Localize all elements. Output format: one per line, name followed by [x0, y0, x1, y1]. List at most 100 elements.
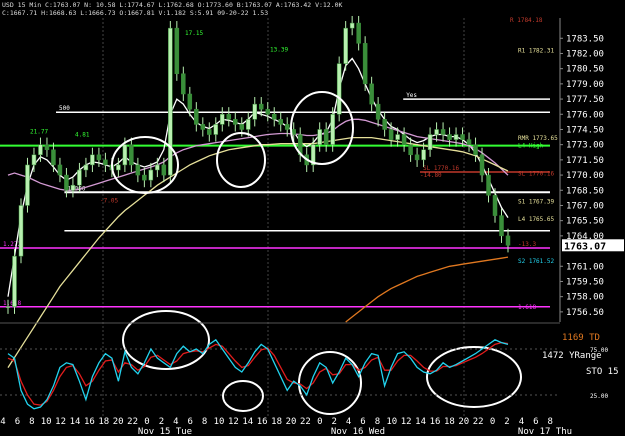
- price-bar-body-66: [434, 129, 439, 135]
- price-bar-body-33: [220, 114, 225, 125]
- price-bar-body-15: [103, 159, 108, 166]
- price-tick-label-15: 1759.50: [566, 277, 604, 287]
- price-bar-body-23: [155, 164, 160, 171]
- price-bar-body-63: [414, 154, 420, 161]
- price-bar-body-77: [505, 235, 511, 246]
- price-bar-body-71: [466, 139, 472, 145]
- price-tick-label-4: 1777.50: [566, 95, 604, 105]
- time-tick-label-12: 4: [173, 417, 178, 427]
- annotation-9: R 1784.18: [510, 17, 543, 24]
- time-tick-label-37: 6: [533, 417, 538, 427]
- level-label-2: 1.272: [3, 241, 21, 248]
- time-tick-label-14: 8: [202, 417, 207, 427]
- time-tick-label-26: 8: [375, 417, 380, 427]
- price-tick-label-10: 1768.50: [566, 186, 604, 196]
- price-bar-body-65: [427, 134, 433, 150]
- time-tick-label-35: 2: [504, 417, 509, 427]
- level-label-6: 500: [59, 105, 70, 112]
- header-stats-line: C:1667.71 H:1668.63 L:1666.73 O:1667.81 …: [2, 9, 268, 17]
- price-tick-label-9: 1770.00: [566, 171, 604, 181]
- annotation-1: RMR 1773.65: [518, 135, 558, 142]
- price-bar-body-21: [142, 174, 147, 181]
- price-bar-body-60: [395, 134, 400, 140]
- price-tick-label-0: 1783.50: [566, 34, 604, 44]
- price-bar-body-75: [492, 195, 498, 216]
- price-tick-label-11: 1767.00: [566, 201, 604, 211]
- price-bar-body-2: [18, 205, 24, 257]
- price-bar-body-62: [408, 144, 413, 156]
- time-tick-label-17: 14: [242, 417, 253, 427]
- price-bar-body-76: [499, 215, 504, 237]
- price-bar-body-22: [148, 169, 154, 181]
- price-bar-body-61: [401, 134, 407, 145]
- price-bar-body-41: [271, 114, 277, 120]
- time-tick-label-36: 4: [519, 417, 524, 427]
- price-bar-body-59: [388, 129, 394, 140]
- price-bar-body-36: [239, 124, 245, 130]
- annotation-0: R1 1782.31: [518, 47, 555, 54]
- annotation-14: 13.39: [270, 46, 288, 53]
- price-bar-body-28: [187, 93, 193, 110]
- time-tick-label-6: 16: [84, 417, 95, 427]
- price-bar-body-1: [12, 255, 17, 308]
- price-bar-body-48: [317, 129, 322, 145]
- sto-tick-label-0: 25.00: [590, 393, 608, 400]
- time-tick-label-9: 22: [127, 417, 138, 427]
- time-tick-label-21: 22: [300, 417, 311, 427]
- annotation-13: 17.15: [185, 30, 203, 37]
- price-bar-body-74: [486, 174, 491, 196]
- time-tick-label-10: 0: [144, 417, 149, 427]
- annotation-15: -14.80: [420, 172, 442, 179]
- date-label-2: Nov 17 Thu: [518, 427, 572, 436]
- price-bar-body-70: [460, 134, 465, 140]
- price-bar-body-3: [25, 164, 30, 206]
- price-bar-body-26: [174, 27, 180, 74]
- time-tick-label-31: 18: [444, 417, 455, 427]
- price-bar-body-52: [343, 27, 348, 64]
- time-tick-label-28: 12: [401, 417, 412, 427]
- price-bar-body-49: [323, 129, 329, 145]
- price-tick-label-6: 1774.50: [566, 125, 604, 135]
- price-bar-body-13: [90, 154, 95, 166]
- price-bar-body-35: [233, 119, 238, 125]
- time-tick-label-16: 12: [228, 417, 239, 427]
- price-tick-label-17: 1756.50: [566, 308, 604, 318]
- price-bar-body-32: [213, 124, 219, 135]
- time-tick-label-8: 20: [113, 417, 124, 427]
- time-tick-label-33: 22: [473, 417, 484, 427]
- price-tick-label-2: 1780.50: [566, 65, 604, 75]
- price-bar-body-29: [194, 108, 199, 125]
- annotation-10: 21.77: [30, 128, 48, 135]
- time-tick-label-3: 10: [41, 417, 52, 427]
- annotation-11: 4.81: [75, 132, 90, 139]
- price-bar-body-68: [447, 134, 452, 140]
- price-bar-body-31: [207, 129, 212, 135]
- price-bar-body-37: [246, 119, 251, 130]
- price-bar-body-38: [252, 103, 258, 120]
- time-tick-label-0: 4: [0, 417, 5, 427]
- price-tick-label-8: 1771.50: [566, 156, 604, 166]
- annotation-12: -7.05: [100, 197, 118, 204]
- price-tick-label-14: 1761.00: [566, 262, 604, 272]
- time-tick-label-24: 4: [346, 417, 351, 427]
- time-tick-label-5: 14: [70, 417, 81, 427]
- price-tick-label-16: 1758.00: [566, 293, 604, 303]
- annotation-7: -13.3: [518, 241, 536, 248]
- price-bar-body-34: [226, 114, 232, 120]
- price-bar-body-12: [83, 164, 89, 171]
- date-label-1: Nov 16 Wed: [331, 427, 385, 436]
- level-label-3: 1.618: [3, 300, 21, 307]
- price-bar-body-69: [453, 134, 459, 140]
- time-tick-label-30: 16: [430, 417, 441, 427]
- price-bar-body-10: [70, 184, 76, 191]
- last-price-marker: 1763.07: [562, 239, 624, 252]
- annotation-3: SL 1770.16: [518, 170, 555, 177]
- price-chart: USD 15 Min C:1763.07 N: 10.58 L:1774.67 …: [0, 0, 625, 436]
- price-bar-body-58: [382, 119, 387, 130]
- time-tick-label-18: 16: [257, 417, 268, 427]
- price-bar-body-54: [356, 22, 361, 44]
- price-bar-body-14: [96, 154, 102, 161]
- time-tick-label-11: 2: [159, 417, 164, 427]
- price-bar-body-19: [129, 144, 134, 166]
- price-bar-body-25: [168, 27, 173, 176]
